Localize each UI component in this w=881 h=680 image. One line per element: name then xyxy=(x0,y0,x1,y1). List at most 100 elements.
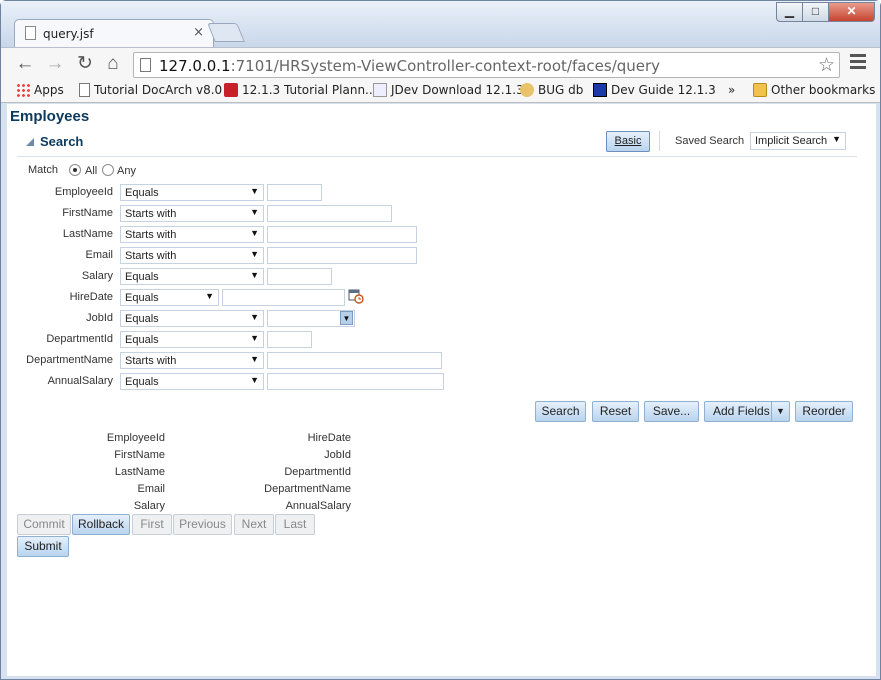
value-input[interactable] xyxy=(267,247,417,264)
result-label: Salary xyxy=(133,500,165,512)
result-label: LastName xyxy=(114,466,165,478)
save-button[interactable]: Save... xyxy=(644,401,699,422)
field-label: AnnualSalary xyxy=(47,375,113,387)
value-input[interactable] xyxy=(267,373,444,390)
chevron-down-icon: ▼ xyxy=(250,354,259,364)
result-label: DepartmentId xyxy=(284,466,351,478)
bookmark-other[interactable]: Other bookmarks xyxy=(753,83,875,97)
chevron-down-icon: ▼ xyxy=(250,207,259,217)
next-button[interactable]: Next xyxy=(234,514,274,535)
browser-toolbar: ← → ↻ ⌂ 127.0.0.1:7101/HRSystem-ViewCont… xyxy=(1,47,880,80)
forward-icon[interactable]: → xyxy=(43,52,67,76)
close-window-button[interactable]: ✕ xyxy=(828,2,875,22)
operator-select[interactable]: Equals ▼ xyxy=(120,184,264,201)
menu-icon[interactable] xyxy=(850,54,866,71)
minimize-button[interactable]: ▁ xyxy=(776,2,803,22)
address-bar[interactable]: 127.0.0.1:7101/HRSystem-ViewController-c… xyxy=(133,52,840,78)
bookmarks-bar: Apps Tutorial DocArch v8.0 12.1.3 Tutori… xyxy=(1,80,880,103)
bookmarks-overflow-icon[interactable]: » xyxy=(728,83,735,97)
commit-button[interactable]: Commit xyxy=(17,514,71,535)
match-label: Match xyxy=(28,164,58,176)
date-input[interactable] xyxy=(222,289,345,306)
title-bar: query.jsf × ▁ □ ✕ xyxy=(1,1,880,47)
field-label: DepartmentId xyxy=(46,333,113,345)
value-input[interactable] xyxy=(267,331,312,348)
back-icon[interactable]: ← xyxy=(13,52,37,76)
operator-select[interactable]: Equals ▼ xyxy=(120,268,264,285)
search-button[interactable]: Search xyxy=(535,401,586,422)
chevron-down-icon: ▼ xyxy=(250,249,259,259)
submit-button[interactable]: Submit xyxy=(17,536,69,557)
result-label: FirstName xyxy=(114,449,165,461)
field-label: FirstName xyxy=(62,207,113,219)
field-label: JobId xyxy=(86,312,113,324)
calendar-icon[interactable] xyxy=(348,288,364,304)
doc-id-icon xyxy=(593,83,607,97)
browser-tab[interactable]: query.jsf × xyxy=(14,19,214,47)
result-label: DepartmentName xyxy=(264,483,351,495)
chevron-down-icon: ▼ xyxy=(340,311,353,325)
rollback-button[interactable]: Rollback xyxy=(72,514,130,535)
value-input[interactable] xyxy=(267,352,442,369)
bookmark-jdev-download[interactable]: JDev Download 12.1.3 xyxy=(373,83,524,97)
value-input[interactable] xyxy=(267,184,322,201)
basic-button[interactable]: Basic xyxy=(606,131,650,152)
page-icon xyxy=(25,26,36,40)
reload-icon[interactable]: ↻ xyxy=(73,52,97,76)
previous-button[interactable]: Previous xyxy=(173,514,232,535)
operator-select[interactable]: Equals ▼ xyxy=(120,289,219,306)
bookmark-tutorial-planner[interactable]: 12.1.3 Tutorial Plann... xyxy=(224,83,377,97)
match-all-radio[interactable] xyxy=(69,164,81,176)
apps-grid-icon xyxy=(16,83,30,97)
first-button[interactable]: First xyxy=(132,514,172,535)
chevron-down-icon: ▼ xyxy=(250,228,259,238)
reorder-button[interactable]: Reorder xyxy=(795,401,853,422)
page-icon xyxy=(79,83,90,97)
operator-select[interactable]: Starts with ▼ xyxy=(120,247,264,264)
field-label: Salary xyxy=(81,270,113,282)
result-label: JobId xyxy=(324,449,351,461)
value-input[interactable] xyxy=(267,205,392,222)
bookmark-star-icon[interactable]: ☆ xyxy=(818,54,835,77)
new-tab-button[interactable] xyxy=(207,23,245,42)
bookmark-tutorial-docarch[interactable]: Tutorial DocArch v8.0 xyxy=(79,83,222,97)
operator-select[interactable]: Starts with ▼ xyxy=(120,352,264,369)
home-icon[interactable]: ⌂ xyxy=(101,52,125,76)
operator-select[interactable]: Starts with ▼ xyxy=(120,226,264,243)
field-label: Email xyxy=(85,249,113,261)
chevron-down-icon: ▼ xyxy=(250,186,259,196)
search-header: Search xyxy=(40,134,84,149)
field-label: HireDate xyxy=(69,291,113,303)
field-label: EmployeeId xyxy=(54,186,113,198)
result-label: Email xyxy=(137,483,165,495)
value-input[interactable] xyxy=(267,226,417,243)
tab-close-icon[interactable]: × xyxy=(193,25,204,40)
divider xyxy=(17,156,857,157)
match-any-radio[interactable] xyxy=(102,164,114,176)
bookmark-apps[interactable]: Apps xyxy=(16,83,64,97)
jobid-select[interactable]: ▼ xyxy=(267,310,355,327)
last-button[interactable]: Last xyxy=(275,514,315,535)
operator-select[interactable]: Equals ▼ xyxy=(120,310,264,327)
bookmark-dev-guide[interactable]: Dev Guide 12.1.3 xyxy=(593,83,716,97)
bookmark-bug-db[interactable]: BUG db xyxy=(520,83,583,97)
operator-select[interactable]: Starts with ▼ xyxy=(120,205,264,222)
add-fields-button[interactable]: Add Fields ▼ xyxy=(704,401,790,422)
field-label: LastName xyxy=(62,228,113,240)
tab-title: query.jsf xyxy=(43,27,94,41)
value-input[interactable] xyxy=(267,268,332,285)
java-icon xyxy=(373,83,387,97)
folder-icon xyxy=(753,83,767,97)
operator-select[interactable]: Equals ▼ xyxy=(120,373,264,390)
collapse-triangle-icon[interactable] xyxy=(26,138,34,146)
maximize-button[interactable]: □ xyxy=(802,2,829,22)
match-all-label: All xyxy=(85,165,98,177)
chevron-down-icon: ▼ xyxy=(250,375,259,385)
page-title: Employees xyxy=(10,108,90,125)
operator-select[interactable]: Equals ▼ xyxy=(120,331,264,348)
oracle-icon xyxy=(224,83,238,97)
field-label: DepartmentName xyxy=(26,354,113,366)
saved-search-select[interactable]: Implicit Search ▼ xyxy=(750,132,846,150)
reset-button[interactable]: Reset xyxy=(592,401,639,422)
divider xyxy=(659,131,660,151)
